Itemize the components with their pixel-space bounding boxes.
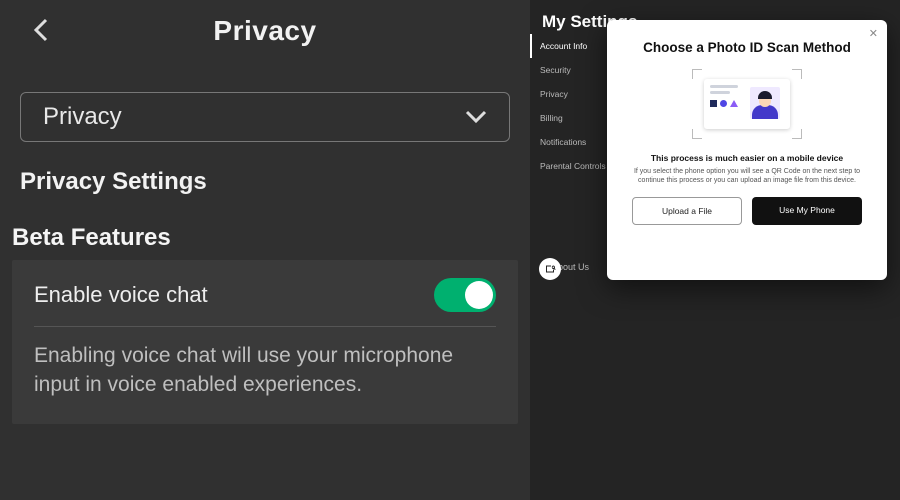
chevron-left-icon bbox=[32, 17, 52, 43]
modal-title: Choose a Photo ID Scan Method bbox=[625, 40, 869, 55]
privacy-panel: Privacy Privacy Privacy Settings Beta Fe… bbox=[0, 0, 530, 500]
section-title-beta-features: Beta Features bbox=[12, 224, 530, 252]
panel-header: Privacy bbox=[0, 0, 530, 62]
voice-chat-label: Enable voice chat bbox=[34, 282, 208, 308]
modal-emphasis-text: This process is much easier on a mobile … bbox=[625, 153, 869, 163]
close-button[interactable]: ✕ bbox=[869, 27, 878, 40]
voice-chat-card: Enable voice chat Enabling voice chat wi… bbox=[12, 260, 518, 424]
upload-file-button[interactable]: Upload a File bbox=[632, 197, 742, 225]
id-scan-illustration bbox=[692, 69, 802, 139]
chevron-down-icon bbox=[465, 110, 487, 124]
image-search-bubble[interactable] bbox=[539, 258, 561, 280]
frame-corner bbox=[692, 69, 702, 79]
voice-chat-description: Enabling voice chat will use your microp… bbox=[34, 341, 496, 400]
voice-chat-toggle[interactable] bbox=[434, 278, 496, 312]
use-my-phone-button[interactable]: Use My Phone bbox=[752, 197, 862, 225]
image-search-icon bbox=[544, 263, 556, 275]
photo-id-modal: ✕ Choose a Photo ID Scan Method This pro… bbox=[607, 20, 887, 280]
section-title-privacy-settings: Privacy Settings bbox=[20, 168, 530, 196]
page-title: Privacy bbox=[0, 15, 530, 47]
frame-corner bbox=[692, 129, 702, 139]
category-dropdown[interactable]: Privacy bbox=[20, 92, 510, 142]
id-card-text-side bbox=[704, 79, 746, 129]
id-card-photo bbox=[750, 87, 780, 119]
frame-corner bbox=[792, 69, 802, 79]
modal-button-row: Upload a File Use My Phone bbox=[625, 197, 869, 225]
voice-chat-row: Enable voice chat bbox=[34, 278, 496, 327]
toggle-knob bbox=[465, 281, 493, 309]
id-card-graphic bbox=[704, 79, 790, 129]
frame-corner bbox=[792, 129, 802, 139]
dropdown-label: Privacy bbox=[43, 103, 122, 131]
back-button[interactable] bbox=[26, 14, 58, 46]
modal-subtext: If you select the phone option you will … bbox=[625, 167, 869, 197]
